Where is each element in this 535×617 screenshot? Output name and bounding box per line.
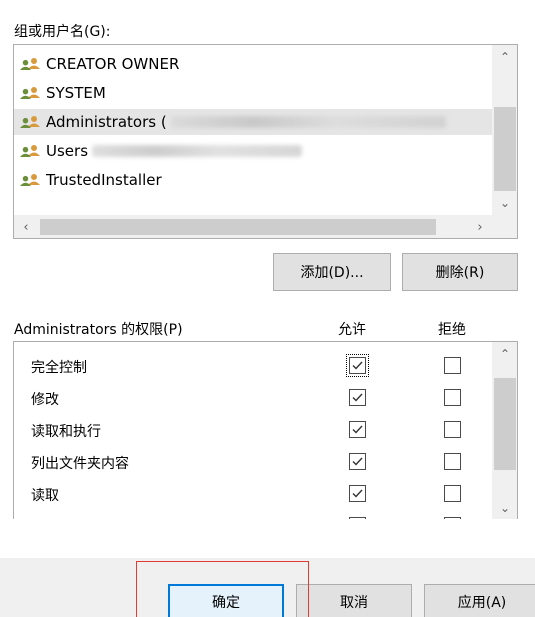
- list-item[interactable]: Users: [20, 138, 303, 164]
- user-name: SYSTEM: [46, 84, 106, 102]
- permission-row-list-folder: 列出文件夹内容: [14, 446, 492, 478]
- user-group-icon: [20, 85, 42, 101]
- permissions-list[interactable]: 完全控制 修改 读取和执行 列出文件夹内容 读取 写入 ⌃ ⌄: [13, 341, 518, 519]
- user-list[interactable]: CREATOR OWNER SYSTEM Administrators ( Us…: [13, 44, 518, 239]
- user-name: CREATOR OWNER: [46, 55, 180, 73]
- list-item-selected[interactable]: Administrators (: [14, 109, 494, 135]
- allow-checkbox[interactable]: [349, 421, 366, 438]
- list-item[interactable]: SYSTEM: [20, 80, 106, 106]
- deny-checkbox[interactable]: [444, 357, 461, 374]
- deny-checkbox[interactable]: [444, 389, 461, 406]
- apply-button[interactable]: 应用(A): [424, 584, 535, 617]
- allow-checkbox[interactable]: [349, 453, 366, 470]
- chevron-down-icon[interactable]: ⌄: [492, 193, 517, 213]
- chevron-up-icon[interactable]: ⌃: [492, 47, 517, 67]
- user-list-horizontal-scrollbar[interactable]: ‹ ›: [14, 215, 492, 238]
- scrollbar-thumb[interactable]: [494, 378, 516, 470]
- deny-checkbox[interactable]: [444, 485, 461, 502]
- permission-row-modify: 修改: [14, 382, 492, 414]
- allow-column-header: 允许: [338, 322, 366, 338]
- permissions-vertical-scrollbar[interactable]: ⌃ ⌄: [492, 342, 517, 519]
- allow-checkbox[interactable]: [349, 485, 366, 502]
- permission-row-read: 读取: [14, 478, 492, 510]
- permission-label: 列出文件夹内容: [31, 456, 129, 472]
- scrollbar-thumb[interactable]: [494, 107, 516, 191]
- user-group-icon: [20, 56, 42, 72]
- allow-checkbox[interactable]: [349, 517, 366, 519]
- highlight-annotation-box: [136, 561, 309, 617]
- deny-checkbox[interactable]: [444, 517, 461, 519]
- deny-checkbox[interactable]: [444, 453, 461, 470]
- user-group-icon: [20, 143, 42, 159]
- deny-checkbox[interactable]: [444, 421, 461, 438]
- permission-label: 读取和执行: [31, 424, 101, 440]
- permissions-title: Administrators 的权限(P): [14, 322, 183, 338]
- redacted-text: [170, 116, 446, 128]
- group-or-user-names-label: 组或用户名(G):: [14, 24, 111, 40]
- chevron-left-icon[interactable]: ‹: [14, 215, 38, 238]
- permission-row-read-execute: 读取和执行: [14, 414, 492, 446]
- allow-checkbox[interactable]: [346, 354, 369, 377]
- permission-label: 写入: [31, 517, 59, 519]
- permission-label: 修改: [31, 392, 59, 408]
- list-item[interactable]: TrustedInstaller: [20, 167, 162, 193]
- scrollbar-corner: [492, 215, 517, 238]
- user-group-icon: [20, 172, 42, 188]
- allow-checkbox[interactable]: [349, 389, 366, 406]
- user-name: TrustedInstaller: [46, 171, 162, 189]
- chevron-down-icon[interactable]: ⌄: [492, 498, 517, 518]
- permission-row-write: 写入: [14, 510, 492, 519]
- permission-label: 读取: [31, 488, 59, 504]
- permission-label: 完全控制: [31, 360, 87, 376]
- deny-column-header: 拒绝: [438, 322, 466, 338]
- chevron-up-icon[interactable]: ⌃: [492, 344, 517, 364]
- user-name: Users: [46, 142, 89, 160]
- permission-row-full-control: 完全控制: [14, 350, 492, 382]
- add-button[interactable]: 添加(D)...: [273, 253, 391, 291]
- user-name: Administrators (: [46, 113, 167, 131]
- scrollbar-thumb[interactable]: [40, 219, 436, 235]
- redacted-text: [92, 145, 303, 157]
- cancel-button[interactable]: 取消: [296, 584, 412, 617]
- user-list-vertical-scrollbar[interactable]: ⌃ ⌄: [492, 45, 517, 215]
- remove-button[interactable]: 删除(R): [402, 253, 518, 291]
- list-item[interactable]: CREATOR OWNER: [20, 51, 179, 77]
- user-group-icon: [20, 114, 42, 130]
- chevron-right-icon[interactable]: ›: [468, 215, 492, 238]
